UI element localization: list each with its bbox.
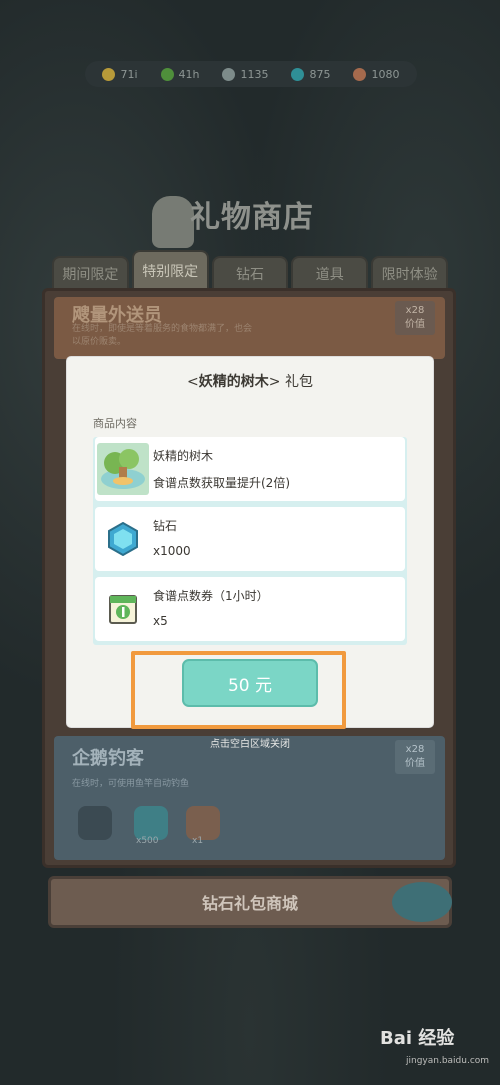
section-label: 商品内容 xyxy=(93,417,137,430)
item-name: 食谱点数券（1小时） xyxy=(153,589,269,603)
leaf-icon xyxy=(160,67,174,81)
list-item: 食谱点数券（1小时） x5 xyxy=(95,577,405,641)
title-prefix: < xyxy=(187,374,199,390)
resource-value: 1080 xyxy=(371,67,400,81)
title-name: 妖精的树木 xyxy=(198,374,269,390)
gem-pile-icon xyxy=(392,882,452,922)
banner-desc: 在线时，可使用鱼竿自动钓鱼 xyxy=(72,779,190,789)
close-hint: 点击空白区域关闭 xyxy=(210,739,290,750)
resource-value: 71i xyxy=(120,67,138,81)
item-name: 钻石 xyxy=(153,519,178,533)
resource-value: 1135 xyxy=(240,67,269,81)
penguin-icon xyxy=(78,806,112,840)
title-suffix: > 礼包 xyxy=(268,374,313,390)
item-desc: x5 xyxy=(153,614,168,628)
badge-value: x28 xyxy=(405,305,425,316)
tab-items[interactable]: 道具 xyxy=(291,256,369,292)
tab-period-limited[interactable]: 期间限定 xyxy=(52,256,129,292)
watermark-url: jingyan.baidu.com xyxy=(406,1056,490,1066)
banner-desc: 在线时，即使是等着服务的食物都满了，也会以原价贩卖。 xyxy=(72,324,253,347)
item-name: 妖精的树木 xyxy=(153,449,214,463)
shop-title: 礼物商店 xyxy=(190,200,314,235)
reward-count: x1 xyxy=(192,836,204,846)
gem-icon xyxy=(134,806,168,840)
resource-bar: 71i 41h 1135 875 1080 xyxy=(85,61,417,87)
resource-leaf: 41h xyxy=(160,67,200,81)
item-desc: 食谱点数获取量提升(2倍) xyxy=(153,476,290,490)
popup-title: <妖精的树木> 礼包 xyxy=(67,371,433,391)
food-icon xyxy=(186,806,220,840)
item-list: 妖精的树木 食谱点数获取量提升(2倍) 钻石 x1000 食谱点数券（1小时） … xyxy=(93,437,407,645)
banner-delivery[interactable]: 飕量外送员 在线时，即使是等着服务的食物都满了，也会以原价贩卖。 x28 价值 xyxy=(54,297,445,359)
fairy-tree-icon xyxy=(97,443,149,495)
tab-trial[interactable]: 限时体验 xyxy=(371,256,448,292)
recipe-ticket-icon xyxy=(97,583,149,635)
swirl-icon xyxy=(222,67,236,81)
resource-value: 41h xyxy=(178,67,200,81)
list-item: 钻石 x1000 xyxy=(95,507,405,571)
value-badge: x28 价值 xyxy=(395,301,435,335)
gold-coin-icon xyxy=(102,67,116,81)
diamond-icon xyxy=(97,513,149,565)
list-item: 妖精的树木 食谱点数获取量提升(2倍) xyxy=(95,437,405,501)
banner-penguin-fisher[interactable]: 企鹅钓客 在线时，可使用鱼竿自动钓鱼 x28 价值 x500 x1 xyxy=(54,736,445,860)
resource-swirl: 1135 xyxy=(222,67,269,81)
cat-mascot-icon xyxy=(152,196,194,248)
watermark-logo: Bai 经验 xyxy=(380,1028,455,1049)
tab-diamond[interactable]: 钻石 xyxy=(211,256,289,292)
reward-count: x500 xyxy=(136,836,159,846)
item-desc: x1000 xyxy=(153,544,191,558)
badge-unit: 价值 xyxy=(405,319,425,330)
resource-gem: 875 xyxy=(291,67,331,81)
fruit-icon xyxy=(353,67,367,81)
badge-unit: 价值 xyxy=(405,758,425,769)
resource-value: 875 xyxy=(309,67,331,81)
resource-gold: 71i xyxy=(102,67,138,81)
tab-special-limited[interactable]: 特别限定 xyxy=(131,250,209,292)
purchase-button[interactable]: 50 元 xyxy=(182,659,318,707)
gem-icon xyxy=(291,67,305,81)
shop-tabs: 期间限定 特别限定 钻石 道具 限时体验 xyxy=(52,250,448,292)
diamond-shop-label: 钻石礼包商城 xyxy=(201,894,298,913)
resource-fruit: 1080 xyxy=(353,67,400,81)
